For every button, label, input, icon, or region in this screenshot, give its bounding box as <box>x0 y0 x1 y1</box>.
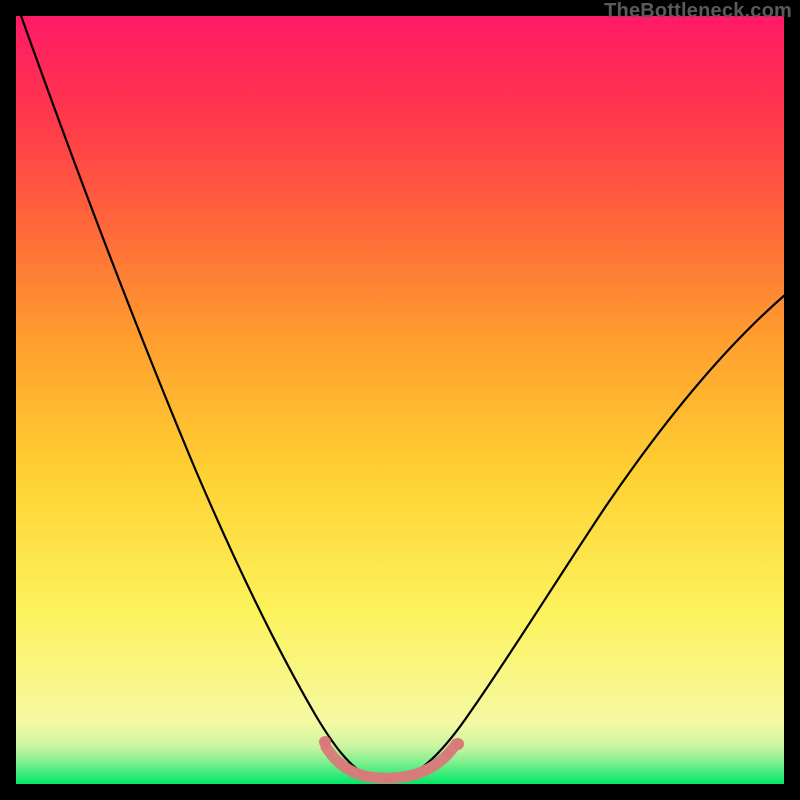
optimal-band-dot-right <box>452 738 464 750</box>
optimal-band-stroke <box>326 744 456 778</box>
optimal-band-dot-right2 <box>443 749 453 759</box>
optimal-band <box>319 736 464 778</box>
optimal-band-dot-left <box>319 736 331 748</box>
attribution-text: TheBottleneck.com <box>604 0 792 23</box>
curve-overlay <box>16 16 784 784</box>
plot-area <box>16 16 784 784</box>
bottleneck-curve <box>19 16 784 780</box>
chart-stage: TheBottleneck.com <box>0 0 800 800</box>
